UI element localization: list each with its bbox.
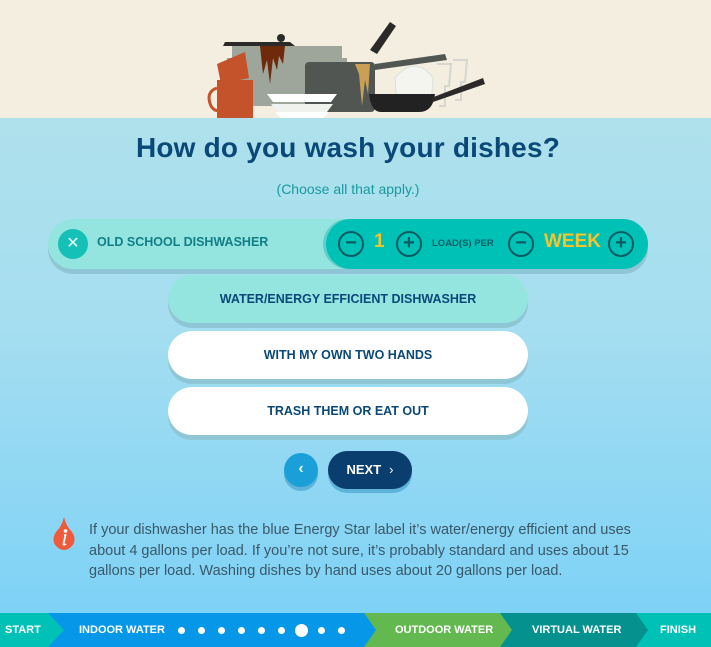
section-label: OUTDOOR WATER (395, 624, 494, 636)
increment-loads-button[interactable]: + (396, 231, 422, 257)
header-illustration-band (0, 0, 711, 118)
increment-period-button[interactable]: + (608, 231, 634, 257)
section-label: START (5, 624, 41, 636)
section-label: INDOOR WATER (79, 624, 165, 636)
loads-value: 1 (374, 231, 385, 252)
step-dot-current[interactable] (295, 623, 308, 637)
step-dot[interactable] (338, 626, 345, 634)
next-button[interactable]: NEXT › (328, 451, 412, 489)
step-dot[interactable] (318, 626, 325, 634)
step-dot[interactable] (258, 626, 265, 634)
loads-per-label: LOAD(S) PER (432, 238, 494, 249)
page-title: How do you wash your dishes? (135, 132, 561, 163)
chevron-right-icon: › (389, 462, 394, 477)
info-drop-icon (53, 517, 75, 550)
back-button[interactable]: ‹ (284, 453, 318, 487)
dirty-dishes-illustration (207, 22, 485, 118)
indoor-step-dots (178, 613, 358, 647)
option-efficient-dishwasher[interactable]: WATER/ENERGY EFFICIENT DISHWASHER (168, 275, 528, 323)
info-text: If your dishwasher has the blue Energy S… (89, 522, 631, 579)
frying-pan (369, 94, 435, 112)
minus-circle-icon: − (515, 232, 527, 254)
page-subtitle: (Choose all that apply.) (276, 181, 420, 197)
step-dot[interactable] (218, 626, 225, 634)
minus-circle-icon: − (345, 232, 357, 254)
progress-section-outdoor-water[interactable]: OUTDOOR WATER (364, 613, 516, 647)
option-trash-or-eat-out[interactable]: TRASH THEM OR EAT OUT (168, 387, 528, 435)
plates (267, 94, 337, 102)
chevron-left-icon: ‹ (298, 460, 304, 477)
next-label: NEXT (346, 462, 382, 477)
remove-option-button[interactable]: ✕ (58, 229, 88, 259)
progress-section-virtual-water[interactable]: VIRTUAL WATER (500, 613, 648, 647)
step-dot[interactable] (178, 626, 185, 634)
decrement-period-button[interactable]: − (508, 231, 534, 257)
period-value: WEEK (544, 231, 601, 252)
plus-circle-icon: + (403, 232, 415, 254)
selected-option-label: OLD SCHOOL DISHWASHER (97, 235, 269, 249)
section-label: VIRTUAL WATER (532, 624, 622, 636)
progress-bar: START FINISH INDOOR WATER OUTDOOR WATER … (0, 613, 711, 647)
plus-circle-icon: + (615, 232, 627, 254)
quantity-panel: − 1 + LOAD(S) PER − WEEK + (326, 219, 648, 269)
section-label-finish: FINISH (660, 624, 697, 636)
decrement-loads-button[interactable]: − (338, 231, 364, 257)
close-icon: ✕ (66, 235, 80, 252)
selected-option-old-school-dishwasher: ✕ OLD SCHOOL DISHWASHER − 1 + LOAD(S) PE… (48, 219, 648, 269)
step-dot[interactable] (278, 626, 285, 634)
step-dot[interactable] (198, 626, 205, 634)
option-by-hand[interactable]: WITH MY OWN TWO HANDS (168, 331, 528, 379)
step-dot[interactable] (238, 626, 245, 634)
question-panel: How do you wash your dishes? (Choose all… (0, 118, 711, 613)
